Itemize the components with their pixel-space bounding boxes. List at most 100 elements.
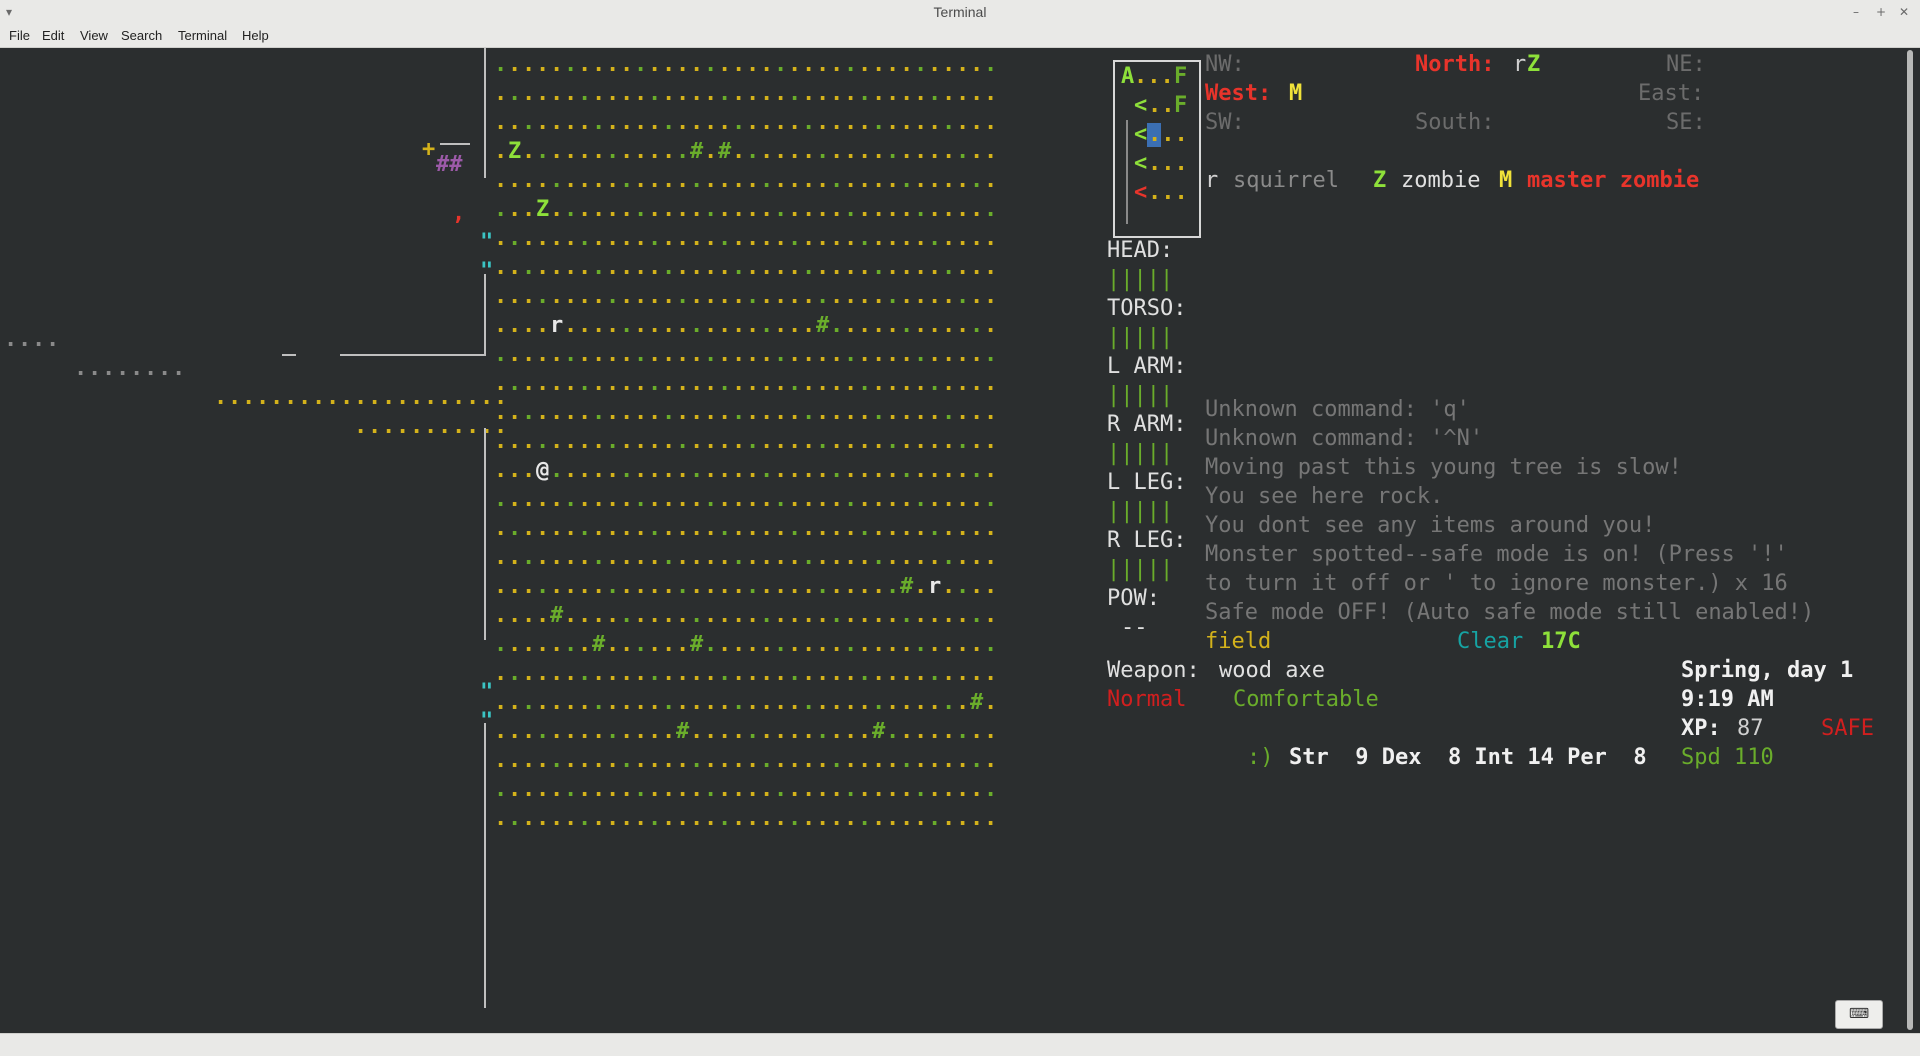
map-tile: . <box>872 777 886 802</box>
map-tile: . <box>900 197 914 222</box>
map-tile: . <box>704 255 718 280</box>
map-tile: . <box>942 632 956 657</box>
map-tile: . <box>690 545 704 570</box>
map-tile: . <box>760 545 774 570</box>
legend-master-zombie-name: master zombie <box>1527 168 1700 193</box>
map-tile: . <box>984 197 998 222</box>
map-tile: . <box>592 429 606 454</box>
map-tile: . <box>760 81 774 106</box>
map-tile: . <box>984 574 998 599</box>
map-tile: . <box>438 414 452 439</box>
map-tile: . <box>564 255 578 280</box>
map-tile: . <box>522 603 536 628</box>
map-tile: . <box>550 632 564 657</box>
map-tile: . <box>354 414 368 439</box>
close-icon[interactable]: ✕ <box>1899 0 1909 24</box>
menu-file[interactable]: File <box>9 27 30 45</box>
map-tile: . <box>368 414 382 439</box>
map-tile: . <box>830 777 844 802</box>
map-tile: . <box>480 385 494 410</box>
map-tile: . <box>928 226 942 251</box>
map-tile: . <box>606 139 620 164</box>
menu-view[interactable]: View <box>80 27 108 45</box>
map-tile: . <box>704 632 718 657</box>
map-tile: . <box>900 603 914 628</box>
map-tile: . <box>704 458 718 483</box>
map-tile: . <box>508 429 522 454</box>
map-tile: . <box>956 777 970 802</box>
legend-zombie-name: zombie <box>1401 168 1481 193</box>
window-menu-icon[interactable]: ▾ <box>6 0 12 24</box>
map-tile: . <box>648 168 662 193</box>
map-tile: . <box>508 110 522 135</box>
map-tile: . <box>802 777 816 802</box>
scrollbar-thumb[interactable] <box>1907 50 1913 1030</box>
map-tile: . <box>886 487 900 512</box>
map-tile: . <box>844 429 858 454</box>
maximize-icon[interactable]: + <box>1876 0 1886 24</box>
map-tile: . <box>732 632 746 657</box>
map-tile: . <box>872 81 886 106</box>
menu-help[interactable]: Help <box>242 27 269 45</box>
map-tile: . <box>788 806 802 831</box>
map-tile: . <box>676 168 690 193</box>
terminal-view[interactable]: ........................................… <box>0 48 1902 1033</box>
map-tile: . <box>690 719 704 744</box>
map-tile: . <box>914 806 928 831</box>
map-tile: . <box>914 748 928 773</box>
map-tile: . <box>774 632 788 657</box>
menu-terminal[interactable]: Terminal <box>178 27 227 45</box>
map-tile: . <box>494 414 508 439</box>
map-tile: . <box>760 110 774 135</box>
map-tile: . <box>718 313 732 338</box>
map-tile: . <box>536 516 550 541</box>
map-tile: . <box>522 487 536 512</box>
window-title: Terminal <box>933 4 987 20</box>
map-tile: . <box>788 458 802 483</box>
map-tile: . <box>564 342 578 367</box>
map-tile: . <box>858 371 872 396</box>
map-tile: . <box>494 284 508 309</box>
map-tile: . <box>508 719 522 744</box>
map-tile: . <box>718 487 732 512</box>
map-tile: . <box>620 661 634 686</box>
map-tile: . <box>830 690 844 715</box>
minimap-arrow: < <box>1134 180 1148 205</box>
map-tile: . <box>746 574 760 599</box>
map-tile: . <box>802 429 816 454</box>
map-tile: . <box>662 284 676 309</box>
map-tile: . <box>886 342 900 367</box>
map-tile: . <box>690 603 704 628</box>
map-tile: . <box>900 110 914 135</box>
minimize-icon[interactable]: – <box>1853 0 1859 24</box>
map-tile: . <box>550 81 564 106</box>
map-tile: . <box>984 371 998 396</box>
map-tile: . <box>494 516 508 541</box>
map-tile: . <box>732 748 746 773</box>
map-tile: . <box>536 661 550 686</box>
wall <box>440 143 470 145</box>
keyboard-icon[interactable]: ⌨ <box>1835 1000 1883 1029</box>
map-tile: . <box>74 356 88 381</box>
map-tile: . <box>606 777 620 802</box>
map-tile: . <box>676 632 690 657</box>
map-tile: . <box>900 545 914 570</box>
map-tile: . <box>886 226 900 251</box>
map-tile: . <box>620 458 634 483</box>
map-tile: . <box>956 719 970 744</box>
map-tile: . <box>564 168 578 193</box>
map-tile: . <box>718 429 732 454</box>
map-tile: . <box>620 748 634 773</box>
body-rarm-health: ||||| <box>1107 441 1174 466</box>
menu-edit[interactable]: Edit <box>42 27 64 45</box>
map-tile: . <box>718 371 732 396</box>
map-tile: . <box>592 342 606 367</box>
map-tile: . <box>606 313 620 338</box>
map-tile: . <box>872 806 886 831</box>
map-tile: . <box>970 516 984 541</box>
map-tile: . <box>914 197 928 222</box>
map-tile: . <box>606 806 620 831</box>
map-tile: . <box>592 516 606 541</box>
menu-search[interactable]: Search <box>121 27 162 45</box>
message-line: Monster spotted--safe mode is on! (Press… <box>1205 542 1788 567</box>
